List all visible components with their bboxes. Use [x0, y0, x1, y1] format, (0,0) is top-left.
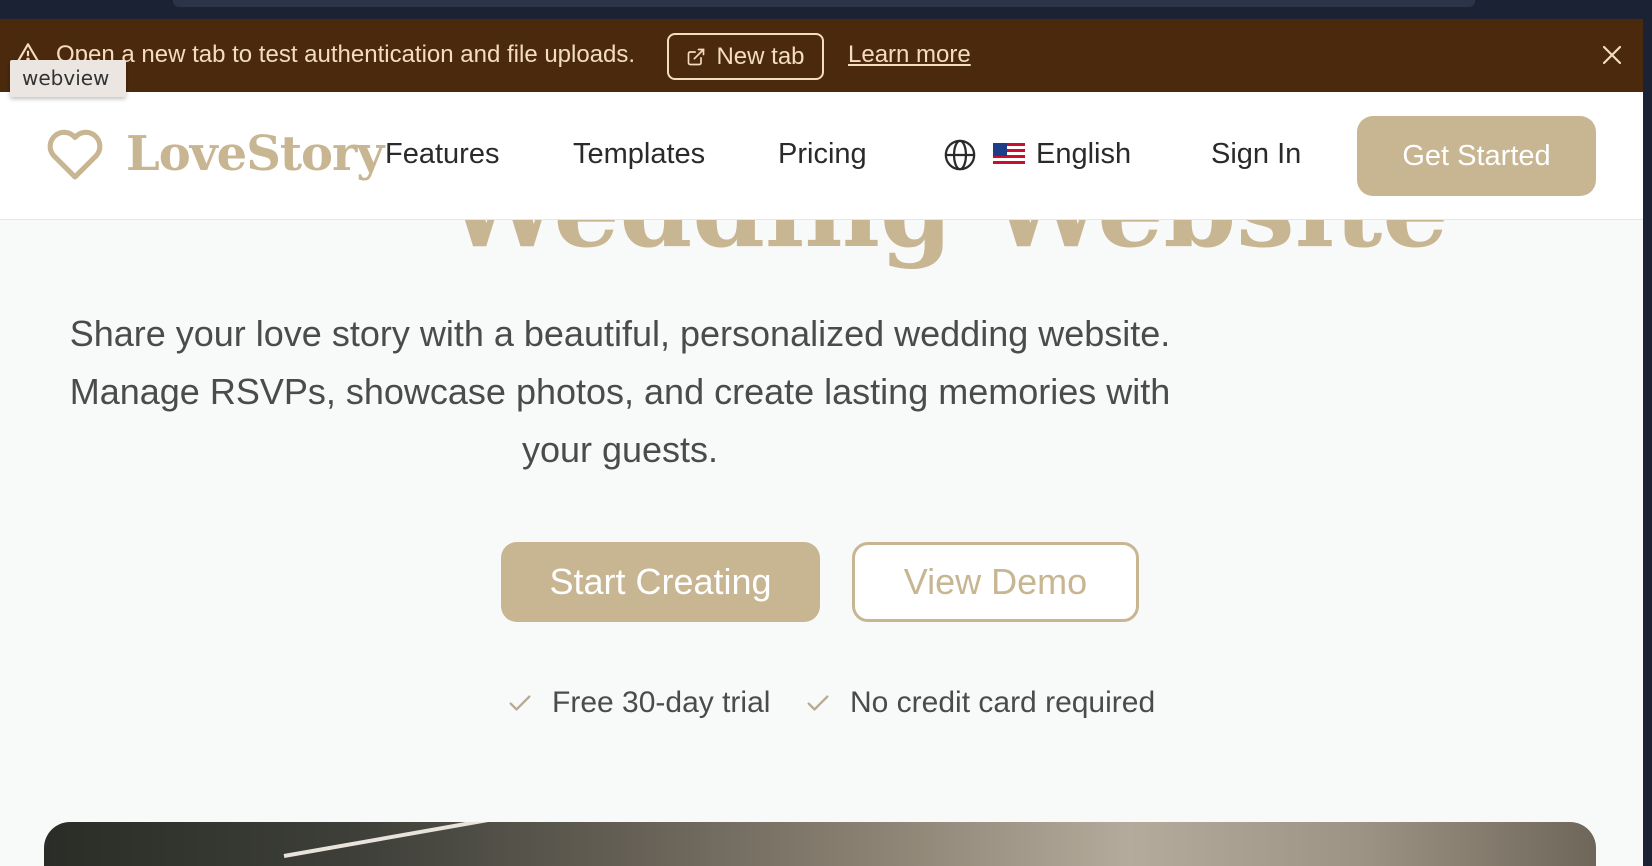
view-demo-button[interactable]: View Demo: [852, 542, 1139, 622]
nav-link-features[interactable]: Features: [385, 138, 499, 171]
sign-in-link[interactable]: Sign In: [1211, 138, 1301, 171]
browser-top-strip: [0, 0, 1652, 19]
nav-link-pricing[interactable]: Pricing: [778, 138, 867, 171]
brand-name: LoveStory: [126, 126, 384, 182]
nav-link-templates[interactable]: Templates: [573, 138, 705, 171]
check-icon: [807, 695, 829, 711]
address-bar[interactable]: [173, 0, 1475, 7]
perk-text: Free 30-day trial: [552, 686, 771, 719]
new-tab-label: New tab: [716, 42, 805, 70]
start-creating-button[interactable]: Start Creating: [501, 542, 820, 622]
perk-text: No credit card required: [850, 686, 1156, 719]
heart-icon: [47, 129, 103, 180]
close-icon[interactable]: [1600, 43, 1624, 67]
photo-detail: [283, 822, 502, 858]
perk-item: No credit card required: [804, 686, 1155, 720]
window-edge: [1643, 0, 1652, 866]
preview-warning-banner: Open a new tab to test authentication an…: [0, 19, 1643, 92]
us-flag-icon: [993, 143, 1025, 167]
banner-message: Open a new tab to test authentication an…: [56, 41, 636, 68]
site-navbar: LoveStory Features Templates Pricing Eng…: [0, 92, 1643, 220]
brand-logo[interactable]: LoveStory: [44, 126, 384, 182]
check-icon: [509, 695, 531, 711]
globe-icon[interactable]: [943, 138, 977, 172]
language-selector[interactable]: English: [1036, 138, 1131, 171]
hero-subtitle: Share your love story with a beautiful, …: [69, 313, 1171, 470]
external-link-icon: [688, 48, 705, 65]
webview-tooltip: webview: [10, 60, 126, 97]
hero-photo: [44, 822, 1596, 866]
new-tab-button[interactable]: New tab: [667, 33, 824, 80]
get-started-button[interactable]: Get Started: [1357, 116, 1596, 196]
perk-item: Free 30-day trial: [506, 686, 770, 720]
learn-more-link[interactable]: Learn more: [848, 41, 971, 69]
